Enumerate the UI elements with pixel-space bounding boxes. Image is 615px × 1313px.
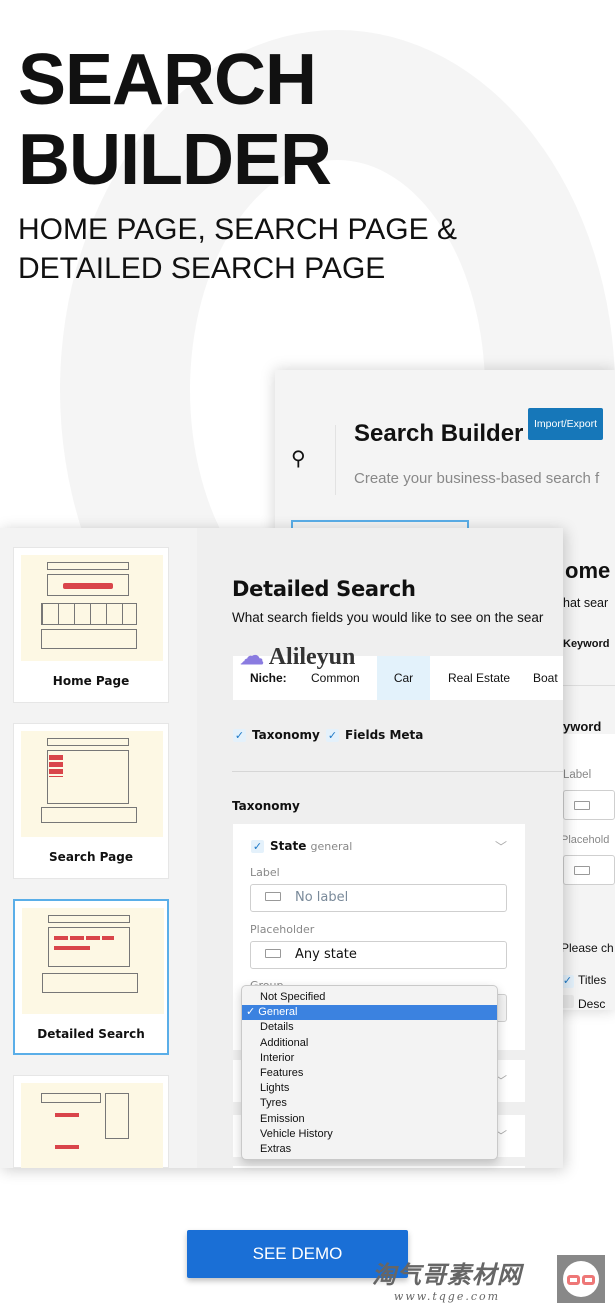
please-choose-text: Please ch [561, 941, 614, 955]
subtitle-line: HOME PAGE, SEARCH PAGE & [18, 213, 457, 246]
checkbox-label: Desc [578, 997, 606, 1011]
sidebar-item-home-page[interactable]: Home Page [13, 547, 169, 703]
dropdown-option[interactable]: Extras [242, 1142, 497, 1157]
divider [563, 685, 615, 686]
sidebar-item-label: Search Page [49, 850, 133, 864]
dropdown-option[interactable]: Vehicle History [242, 1127, 497, 1142]
subtitle-line: DETAILED SEARCH PAGE [18, 252, 386, 285]
home-title: ome [565, 558, 611, 583]
check-icon: ✓ [326, 729, 339, 742]
placeholder-input[interactable]: Any state [250, 941, 507, 969]
dropdown-option[interactable]: Additional [242, 1036, 497, 1051]
sidebar-item-search-page[interactable]: Search Page [13, 723, 169, 879]
divider [335, 425, 336, 495]
placeholder-caption: Placeholder [250, 923, 315, 936]
sidebar-item-label: Home Page [52, 674, 130, 688]
glasses-logo-icon [557, 1255, 605, 1303]
dropdown-option[interactable]: Emission [242, 1112, 497, 1127]
title-line: BUILDER [18, 120, 332, 200]
panel-title: Search Builder [354, 420, 524, 447]
keyboard-icon [265, 892, 281, 901]
keyboard-icon [574, 866, 590, 875]
placeholder-input[interactable] [563, 855, 615, 885]
keyword-heading: yword [563, 719, 602, 734]
titles-checkbox[interactable]: ✓ Titles [561, 973, 606, 988]
dropdown-option[interactable]: Lights [242, 1081, 497, 1096]
panel-subtitle: Create your business-based search f [354, 470, 600, 487]
label-input[interactable] [563, 790, 615, 820]
sidebar-item-label: Detailed Search [37, 1027, 145, 1041]
chevron-down-icon[interactable]: ﹀ [495, 838, 507, 855]
keyboard-icon [574, 801, 590, 810]
tab-keyword[interactable]: Keyword [563, 638, 609, 650]
tqge-watermark: 淘气哥素材网 www.tqge.com [372, 1261, 522, 1303]
thumbnail [21, 1083, 163, 1168]
dropdown-option[interactable]: Not Specified [242, 990, 497, 1005]
section-heading: Taxonomy [232, 799, 300, 813]
home-page-thumbnail [21, 555, 163, 661]
taxonomy-checkbox[interactable]: ✓ Taxonomy [233, 728, 320, 742]
dropdown-option-selected[interactable]: ✓ General [242, 1005, 497, 1021]
keyboard-icon [265, 949, 281, 958]
dropdown-option[interactable]: Features [242, 1066, 497, 1081]
search-icon: ⚲ [291, 446, 306, 470]
label-caption: Label [563, 769, 592, 781]
desc-checkbox[interactable]: Desc [561, 995, 605, 1011]
state-field-header[interactable]: ✓ State general [251, 839, 352, 853]
checkbox-label: Titles [578, 973, 607, 987]
hero-subtitle: HOME PAGE, SEARCH PAGE & DETAILED SEARCH … [18, 210, 457, 288]
fields-meta-checkbox[interactable]: ✓ Fields Meta [326, 728, 423, 742]
label-input[interactable]: No label [250, 884, 507, 912]
dropdown-option[interactable]: Tyres [242, 1096, 497, 1111]
check-icon: ✓ [233, 729, 246, 742]
check-icon: ✓ [251, 840, 264, 853]
page-subtitle: What search fields you would like to see… [232, 610, 544, 625]
sidebar-item-detailed-search[interactable]: Detailed Search [13, 899, 169, 1055]
page-title: Detailed Search [232, 577, 416, 601]
title-line: SEARCH [18, 40, 317, 120]
divider [232, 771, 563, 772]
import-export-button[interactable]: Import/Export [528, 408, 604, 440]
sidebar: Home Page Search Page Detailed Search [0, 528, 197, 1168]
group-dropdown[interactable]: Not Specified ✓ General Details Addition… [241, 985, 498, 1160]
niche-tab-boat[interactable]: Boat [533, 656, 558, 700]
detailed-search-thumbnail [22, 908, 164, 1014]
niche-tab-real-estate[interactable]: Real Estate [448, 656, 510, 700]
alileyun-watermark: ☁ Alileyun [240, 644, 356, 670]
search-page-thumbnail [21, 731, 163, 837]
dropdown-option[interactable]: Details [242, 1020, 497, 1035]
label-caption: Label [250, 866, 280, 879]
detailed-search-panel: Home Page Search Page Detailed Search De… [0, 528, 563, 1168]
placeholder-caption: Placehold [561, 834, 610, 846]
niche-tab-car[interactable]: Car [377, 656, 430, 700]
hero-title: SEARCH BUILDER [18, 40, 332, 200]
sidebar-item-more[interactable] [13, 1075, 169, 1168]
dropdown-option[interactable]: Interior [242, 1051, 497, 1066]
home-subtitle: hat sear [563, 596, 609, 610]
field-card[interactable] [233, 1166, 525, 1168]
